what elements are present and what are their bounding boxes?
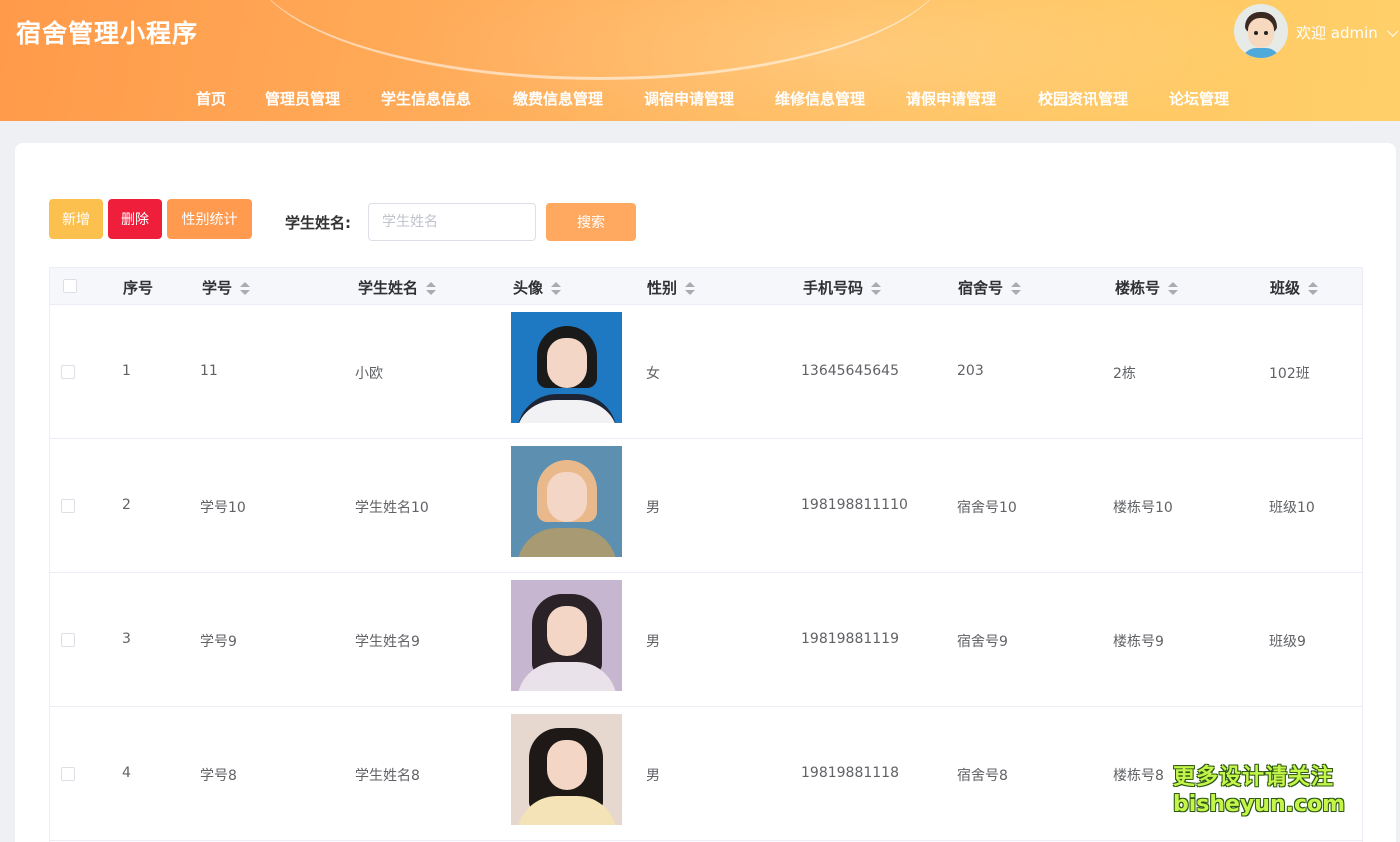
column-header-student-no[interactable]: 学号 xyxy=(202,277,251,298)
row-checkbox[interactable] xyxy=(61,633,75,647)
add-button[interactable]: 新增 xyxy=(49,199,103,239)
top-nav: 首页 管理员管理 学生信息信息 缴费信息管理 调宿申请管理 维修信息管理 请假申… xyxy=(0,88,1400,110)
chevron-down-icon xyxy=(1386,25,1399,37)
nav-item-admin[interactable]: 管理员管理 xyxy=(265,88,340,109)
cell-phone: 198198811110 xyxy=(801,497,908,513)
cell-building: 楼栋号9 xyxy=(1113,634,1164,650)
app-title: 宿舍管理小程序 xyxy=(16,19,199,48)
welcome-text: 欢迎 admin xyxy=(1296,24,1378,42)
nav-item-repair[interactable]: 维修信息管理 xyxy=(775,88,865,109)
row-checkbox[interactable] xyxy=(61,499,75,513)
photo-face xyxy=(547,606,587,656)
cell-building: 2栋 xyxy=(1113,366,1136,382)
sort-icon[interactable] xyxy=(551,281,562,296)
cell-class: 102班 xyxy=(1269,366,1310,382)
cell-student-no: 学号10 xyxy=(200,500,246,516)
watermark: 更多设计请关注 bisheyun.com xyxy=(1173,764,1345,818)
cell-student-no: 学号8 xyxy=(200,768,237,784)
nav-item-dorm-transfer[interactable]: 调宿申请管理 xyxy=(644,88,734,109)
row-checkbox[interactable] xyxy=(61,767,75,781)
student-photo xyxy=(511,580,622,691)
student-photo xyxy=(511,714,622,825)
cell-building: 楼栋号8 xyxy=(1113,768,1164,784)
watermark-line2: bisheyun.com xyxy=(1173,792,1346,817)
cell-dorm: 203 xyxy=(957,363,984,379)
cell-class: 班级9 xyxy=(1269,634,1306,650)
watermark-line1: 更多设计请关注 xyxy=(1173,765,1335,790)
sort-icon[interactable] xyxy=(871,281,882,296)
user-menu[interactable]: 欢迎 admin xyxy=(1296,22,1399,43)
cell-index: 4 xyxy=(122,765,131,781)
select-all-checkbox[interactable] xyxy=(63,279,77,293)
nav-item-leave[interactable]: 请假申请管理 xyxy=(906,88,996,109)
cell-name: 学生姓名10 xyxy=(355,500,429,516)
cell-building: 楼栋号10 xyxy=(1113,500,1173,516)
search-button[interactable]: 搜索 xyxy=(546,203,636,241)
table-row[interactable]: 2 学号10 学生姓名10 男 198198811110 宿舍号10 楼栋号10… xyxy=(50,439,1362,573)
search-label: 学生姓名: xyxy=(285,214,351,232)
column-header-building[interactable]: 楼栋号 xyxy=(1115,277,1179,298)
sort-icon[interactable] xyxy=(426,281,437,296)
avatar-body xyxy=(1242,48,1280,58)
cell-index: 3 xyxy=(122,631,131,647)
cell-gender: 男 xyxy=(646,500,660,516)
user-avatar[interactable] xyxy=(1234,4,1288,58)
column-header-index: 序号 xyxy=(123,279,154,297)
photo-shirt xyxy=(517,394,617,423)
nav-item-student-info[interactable]: 学生信息信息 xyxy=(381,88,471,109)
column-header-avatar[interactable]: 头像 xyxy=(513,277,562,298)
cell-dorm: 宿舍号9 xyxy=(957,634,1008,650)
avatar-face xyxy=(1248,18,1274,48)
students-table: 序号 学号 学生姓名 头像 性别 手机号码 宿舍号 楼栋号 班级 1 11 小欧… xyxy=(49,267,1363,842)
nav-item-campus-news[interactable]: 校园资讯管理 xyxy=(1038,88,1128,109)
column-header-class[interactable]: 班级 xyxy=(1270,277,1319,298)
student-photo xyxy=(511,446,622,557)
cell-class: 班级10 xyxy=(1269,500,1315,516)
sort-icon[interactable] xyxy=(1308,281,1319,296)
student-photo xyxy=(511,312,622,423)
nav-item-payment[interactable]: 缴费信息管理 xyxy=(513,88,603,109)
avatar-eye xyxy=(1254,31,1258,35)
cell-student-no: 11 xyxy=(200,363,218,379)
photo-face xyxy=(547,472,587,522)
cell-student-no: 学号9 xyxy=(200,634,237,650)
cell-phone: 13645645645 xyxy=(801,363,899,379)
cell-name: 学生姓名8 xyxy=(355,768,420,784)
nav-item-home[interactable]: 首页 xyxy=(196,88,226,109)
sort-icon[interactable] xyxy=(1011,281,1022,296)
sort-icon[interactable] xyxy=(240,281,251,296)
table-row[interactable]: 1 11 小欧 女 13645645645 203 2栋 102班 xyxy=(50,305,1362,439)
table-row[interactable]: 3 学号9 学生姓名9 男 19819881119 宿舍号9 楼栋号9 班级9 xyxy=(50,573,1362,707)
cell-gender: 女 xyxy=(646,366,660,382)
row-checkbox[interactable] xyxy=(61,365,75,379)
table-header: 序号 学号 学生姓名 头像 性别 手机号码 宿舍号 楼栋号 班级 xyxy=(50,268,1362,305)
cell-dorm: 宿舍号10 xyxy=(957,500,1017,516)
cell-gender: 男 xyxy=(646,634,660,650)
cell-name: 学生姓名9 xyxy=(355,634,420,650)
cell-index: 1 xyxy=(122,363,131,379)
table-row[interactable]: 4 学号8 学生姓名8 男 19819881118 宿舍号8 楼栋号8 xyxy=(50,707,1362,841)
delete-button[interactable]: 删除 xyxy=(108,199,162,239)
nav-item-forum[interactable]: 论坛管理 xyxy=(1169,88,1229,109)
photo-shirt xyxy=(517,528,617,557)
column-header-phone[interactable]: 手机号码 xyxy=(803,277,882,298)
avatar-eye xyxy=(1264,31,1268,35)
gender-stats-button[interactable]: 性别统计 xyxy=(167,199,252,239)
cell-phone: 19819881119 xyxy=(801,631,899,647)
sort-icon[interactable] xyxy=(1168,281,1179,296)
cell-gender: 男 xyxy=(646,768,660,784)
column-header-dorm[interactable]: 宿舍号 xyxy=(958,277,1022,298)
photo-face xyxy=(547,740,587,790)
cell-phone: 19819881118 xyxy=(801,765,899,781)
cell-dorm: 宿舍号8 xyxy=(957,768,1008,784)
column-header-gender[interactable]: 性别 xyxy=(647,277,696,298)
column-header-name[interactable]: 学生姓名 xyxy=(358,277,437,298)
app-header: 宿舍管理小程序 欢迎 admin 首页 管理员管理 学生信息信息 缴费信息管理 … xyxy=(0,0,1400,121)
cell-name: 小欧 xyxy=(355,366,383,382)
sort-icon[interactable] xyxy=(685,281,696,296)
cell-index: 2 xyxy=(122,497,131,513)
photo-face xyxy=(547,338,587,388)
student-name-search-input[interactable] xyxy=(368,203,536,241)
